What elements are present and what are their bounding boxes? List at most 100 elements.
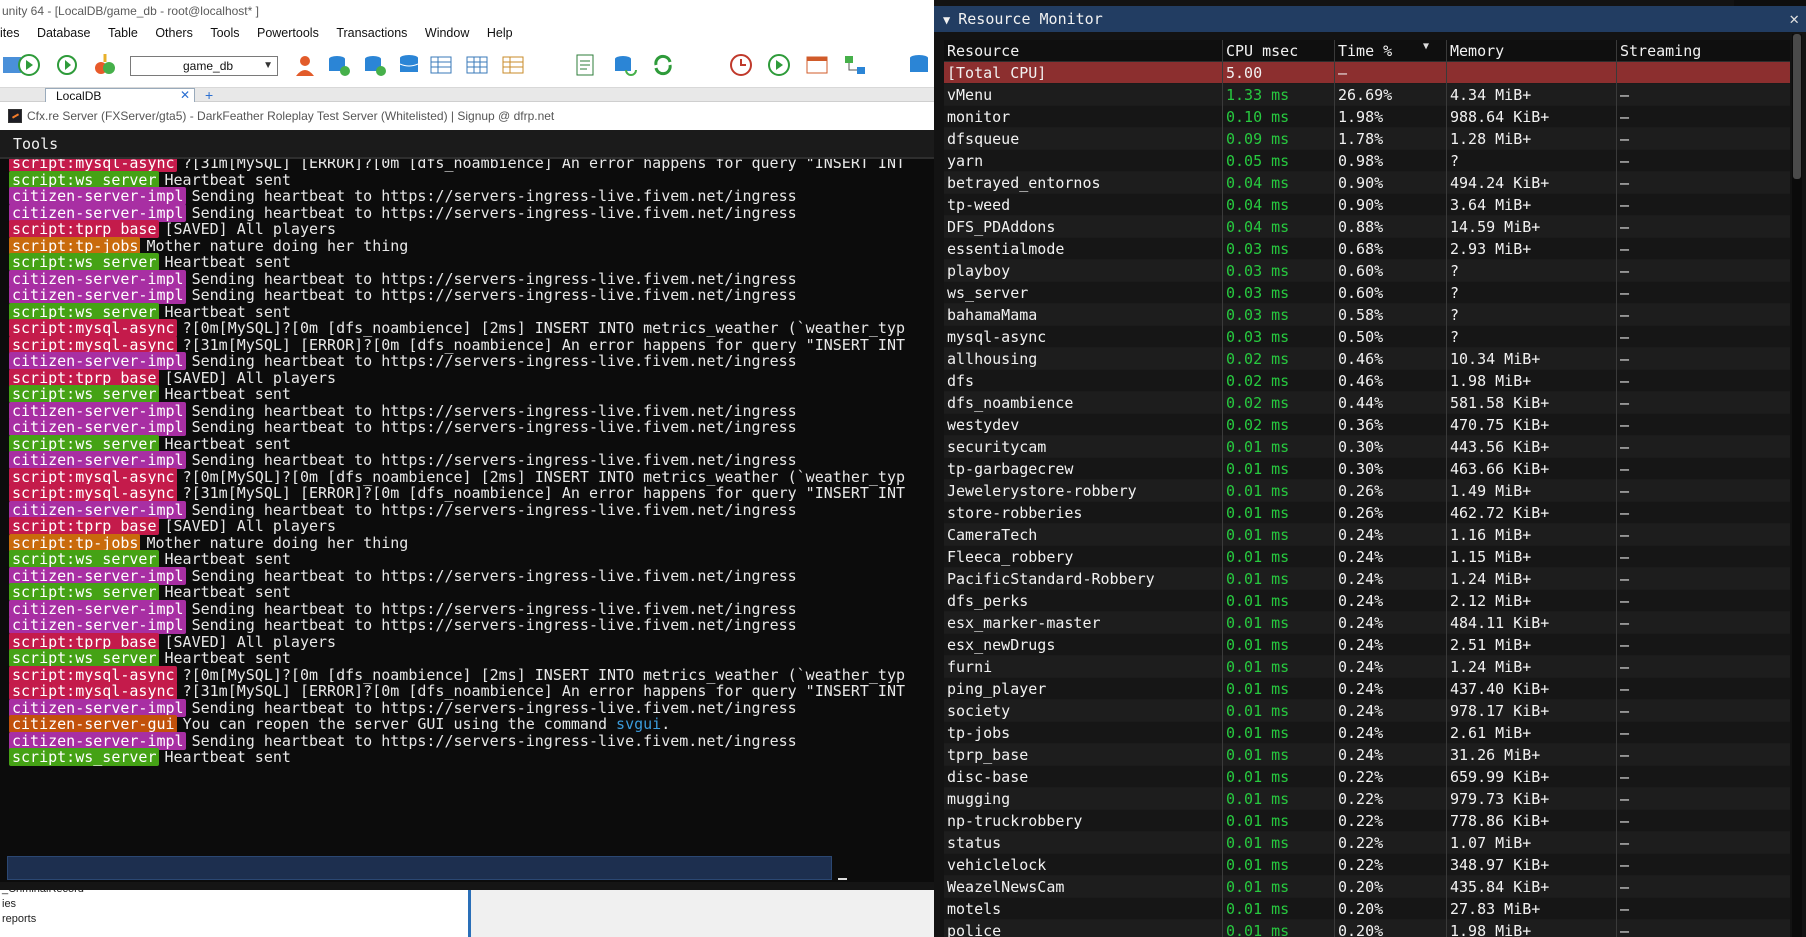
- table-row[interactable]: PacificStandard-Robbery 0.01 ms 0.24% 1.24 …: [944, 568, 1790, 590]
- database-select[interactable]: game_db ▼: [130, 56, 278, 76]
- sync-database-icon[interactable]: [612, 52, 638, 78]
- menu-item-help[interactable]: Help: [487, 22, 513, 44]
- table-row[interactable]: DFS_PDAddons 0.04 ms 0.88% 14.59 MiB+ –: [944, 216, 1790, 238]
- table-row[interactable]: tp-garbagecrew 0.01 ms 0.30% 463.66 KiB+ –: [944, 458, 1790, 480]
- column-header-memory[interactable]: Memory: [1446, 40, 1616, 62]
- column-header-streaming[interactable]: Streaming: [1616, 40, 1790, 62]
- console-command-input[interactable]: [7, 856, 832, 880]
- scrollbar[interactable]: [1792, 34, 1802, 937]
- log-message: Sending heartbeat to https://servers-ing…: [191, 599, 797, 618]
- table-row[interactable]: society 0.01 ms 0.24% 978.17 KiB+ –: [944, 700, 1790, 722]
- menu-item-transactions[interactable]: Transactions: [336, 22, 407, 44]
- table-row[interactable]: store-robberies 0.01 ms 0.26% 462.72 KiB+ –: [944, 502, 1790, 524]
- table-row[interactable]: furni 0.01 ms 0.24% 1.24 MiB+ –: [944, 656, 1790, 678]
- database-stack-icon[interactable]: [396, 52, 422, 78]
- memory: 778.86 KiB+: [1446, 810, 1616, 832]
- column-header-cpu[interactable]: CPU msec: [1222, 40, 1334, 62]
- table-row[interactable]: Fleeca_robbery 0.01 ms 0.24% 1.15 MiB+ –: [944, 546, 1790, 568]
- menu-item-window[interactable]: Window: [425, 22, 469, 44]
- table-row[interactable]: esx_marker-master 0.01 ms 0.24% 484.11 KiB+…: [944, 612, 1790, 634]
- table-row[interactable]: westydev 0.02 ms 0.36% 470.75 KiB+ –: [944, 414, 1790, 436]
- table-row[interactable]: Jewelerystore-robbery 0.01 ms 0.26% 1.49 Mi…: [944, 480, 1790, 502]
- backup-icon[interactable]: [766, 52, 792, 78]
- table-row[interactable]: allhousing 0.02 ms 0.46% 10.34 MiB+ –: [944, 348, 1790, 370]
- schedule-icon[interactable]: [728, 52, 754, 78]
- table-row[interactable]: WeazelNewsCam 0.01 ms 0.20% 435.84 KiB+ –: [944, 876, 1790, 898]
- table-row[interactable]: np-truckrobbery 0.01 ms 0.22% 778.86 KiB+ –: [944, 810, 1790, 832]
- execute-icon[interactable]: [16, 52, 42, 78]
- database-add-icon[interactable]: [326, 52, 352, 78]
- table-edit-icon[interactable]: [500, 52, 526, 78]
- total-cpu-row[interactable]: [Total CPU] 5.00 –: [944, 62, 1790, 84]
- scrollbar-thumb[interactable]: [1793, 34, 1801, 179]
- menu-item-table[interactable]: Table: [108, 22, 138, 44]
- user-icon[interactable]: [292, 52, 318, 78]
- table-row[interactable]: vMenu 1.33 ms 26.69% 4.34 MiB+ –: [944, 84, 1790, 106]
- streaming: –: [1616, 458, 1790, 480]
- log-message: ?[0m[MySQL]?[0m [dfs_noambience] [2ms] I…: [182, 319, 906, 337]
- table-row[interactable]: CameraTech 0.01 ms 0.24% 1.16 MiB+ –: [944, 524, 1790, 546]
- tab-localdb[interactable]: LocalDB: [45, 88, 195, 103]
- tools-menu[interactable]: Tools: [0, 130, 935, 159]
- tree-item[interactable]: reports: [2, 913, 36, 925]
- table-row[interactable]: dfs_perks 0.01 ms 0.24% 2.12 MiB+ –: [944, 590, 1790, 612]
- menu-item[interactable]: ites: [0, 22, 19, 44]
- table-row[interactable]: mysql-async 0.03 ms 0.50%? –: [944, 326, 1790, 348]
- table-row[interactable]: playboy 0.03 ms 0.60%? –: [944, 260, 1790, 282]
- streaming: –: [1616, 634, 1790, 656]
- table-row[interactable]: vehiclelock 0.01 ms 0.22% 348.97 KiB+ –: [944, 854, 1790, 876]
- streaming: –: [1616, 348, 1790, 370]
- table-row[interactable]: yarn 0.05 ms 0.98%? –: [944, 150, 1790, 172]
- table-row[interactable]: dfsqueue 0.09 ms 1.78% 1.28 MiB+ –: [944, 128, 1790, 150]
- log-source-tag: citizen-server-impl: [9, 698, 186, 717]
- report-icon[interactable]: [804, 52, 830, 78]
- column-header-time[interactable]: Time % ▼: [1334, 40, 1446, 62]
- table-row[interactable]: securitycam 0.01 ms 0.30% 443.56 KiB+ –: [944, 436, 1790, 458]
- table-design-icon[interactable]: [464, 52, 490, 78]
- menu-item-tools[interactable]: Tools: [210, 22, 239, 44]
- table-row[interactable]: monitor 0.10 ms 1.98% 988.64 KiB+ –: [944, 106, 1790, 128]
- memory: 581.58 KiB+: [1446, 392, 1616, 414]
- splitter[interactable]: [468, 882, 471, 937]
- table-row[interactable]: motels 0.01 ms 0.20% 27.83 MiB+ –: [944, 898, 1790, 920]
- log-source-tag: citizen-server-impl: [9, 418, 186, 436]
- table-row[interactable]: tp-jobs 0.01 ms 0.24% 2.61 MiB+ –: [944, 722, 1790, 744]
- close-icon[interactable]: ✕: [1789, 6, 1799, 32]
- resource-monitor-titlebar[interactable]: ▼ Resource Monitor ✕: [934, 6, 1806, 32]
- table-row[interactable]: ping_player 0.01 ms 0.24% 437.40 KiB+ –: [944, 678, 1790, 700]
- menu-item-powertools[interactable]: Powertools: [257, 22, 319, 44]
- table-row[interactable]: disc-base 0.01 ms 0.22% 659.99 KiB+ –: [944, 766, 1790, 788]
- add-tab-icon[interactable]: +: [205, 88, 213, 102]
- table-row[interactable]: tp-weed 0.04 ms 0.90% 3.64 MiB+ –: [944, 194, 1790, 216]
- resource-name: westydev: [947, 416, 1020, 434]
- table-row[interactable]: mugging 0.01 ms 0.22% 979.73 KiB+ –: [944, 788, 1790, 810]
- table-row[interactable]: dfs_noambience 0.02 ms 0.44% 581.58 KiB+ –: [944, 392, 1790, 414]
- table-row[interactable]: betrayed_entornos 0.04 ms 0.90% 494.24 KiB+…: [944, 172, 1790, 194]
- new-connection-icon[interactable]: [92, 52, 118, 78]
- database-sync-icon[interactable]: [906, 52, 932, 78]
- menu-item-database[interactable]: Database: [37, 22, 91, 44]
- table-icon[interactable]: [428, 52, 454, 78]
- memory: 348.97 KiB+: [1446, 854, 1616, 876]
- table-row[interactable]: tprp_base 0.01 ms 0.24% 31.26 MiB+ –: [944, 744, 1790, 766]
- debug-icon[interactable]: [54, 52, 80, 78]
- close-icon[interactable]: ✕: [180, 88, 190, 102]
- memory: 1.49 MiB+: [1446, 480, 1616, 502]
- query-icon[interactable]: [572, 52, 598, 78]
- model-icon[interactable]: [842, 52, 868, 78]
- column-header-resource[interactable]: Resource: [944, 40, 1222, 62]
- table-row[interactable]: police 0.01 ms 0.20% 1.98 MiB+ –: [944, 920, 1790, 937]
- table-row[interactable]: ws_server 0.03 ms 0.60%? –: [944, 282, 1790, 304]
- table-row[interactable]: bahamaMama 0.03 ms 0.58%? –: [944, 304, 1790, 326]
- tree-item[interactable]: ies: [2, 898, 16, 910]
- table-row[interactable]: essentialmode 0.03 ms 0.68% 2.93 MiB+ –: [944, 238, 1790, 260]
- collapse-triangle-icon[interactable]: ▼: [943, 7, 950, 33]
- table-row[interactable]: esx_newDrugs 0.01 ms 0.24% 2.51 MiB+ –: [944, 634, 1790, 656]
- log-message-end: .: [661, 715, 671, 733]
- time-percent: 0.20%: [1334, 876, 1446, 898]
- database-icon[interactable]: [362, 52, 388, 78]
- table-row[interactable]: dfs 0.02 ms 0.46% 1.98 MiB+ –: [944, 370, 1790, 392]
- table-row[interactable]: status 0.01 ms 0.22% 1.07 MiB+ –: [944, 832, 1790, 854]
- menu-item-others[interactable]: Others: [155, 22, 193, 44]
- refresh-icon[interactable]: [650, 52, 676, 78]
